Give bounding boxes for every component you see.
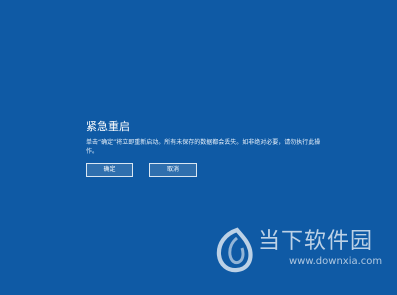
watermark-brand: 当下软件园	[258, 229, 374, 254]
ok-button[interactable]: 确定	[86, 163, 133, 177]
dialog-message: 单击“确定”将立即重新启动。所有未保存的数据都会丢失。如非绝对必要，请勿执行此操…	[86, 139, 321, 155]
emergency-restart-screen: 紧急重启 单击“确定”将立即重新启动。所有未保存的数据都会丢失。如非绝对必要，请…	[0, 0, 397, 295]
dialog-buttons: 确定 取消	[86, 163, 326, 178]
dialog-title: 紧急重启	[86, 120, 130, 133]
downxia-logo-icon	[216, 227, 253, 273]
cancel-button[interactable]: 取消	[149, 163, 197, 177]
watermark-url: www.downxia.com	[289, 256, 383, 267]
watermark: 当下软件园 www.downxia.com	[213, 225, 383, 275]
